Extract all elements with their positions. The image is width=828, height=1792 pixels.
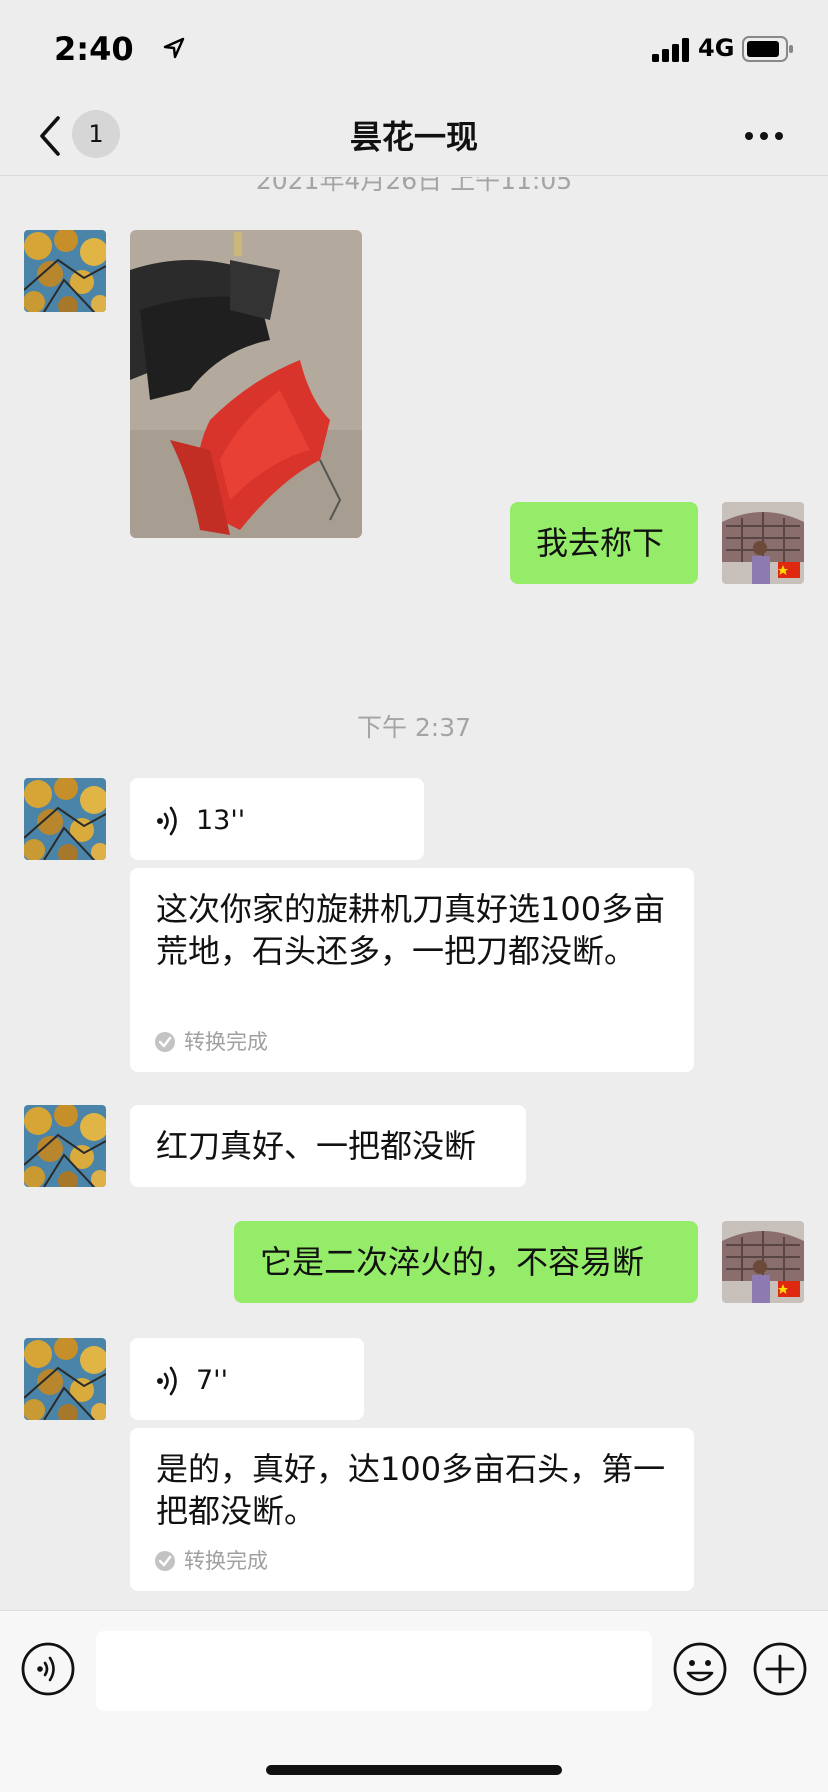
voice-wave-icon [157,1366,177,1396]
voice-message-bubble[interactable]: 13'' [130,778,424,860]
voice-mode-icon[interactable] [20,1641,76,1697]
back-chevron-icon[interactable] [36,114,64,158]
rotary-blades-photo-icon [130,230,362,538]
conversion-status-text: 转换完成 [184,1030,268,1054]
my-avatar[interactable] [722,1221,804,1303]
contact-avatar[interactable] [24,778,106,860]
incoming-message-bubble[interactable]: 红刀真好、一把都没断 [130,1105,526,1187]
transcript-text: 这次你家的旋耕机刀真好选100多亩荒地，石头还多，一把刀都没断。 [156,890,666,970]
status-bar: 2:40 4G [0,0,828,96]
message-text: 它是二次淬火的，不容易断 [260,1243,645,1281]
chat-title: 昙花一现 [349,118,478,156]
outgoing-message-bubble[interactable]: 它是二次淬火的，不容易断 [234,1221,698,1303]
avatar-image-icon [722,1221,804,1303]
voice-duration: 13'' [196,805,246,836]
voice-message-bubble[interactable]: 7'' [130,1338,364,1420]
check-circle-icon [155,1032,175,1052]
conversion-status: 转换完成 [154,1030,268,1054]
voice-duration: 7'' [196,1365,229,1396]
outgoing-message-bubble[interactable]: 我去称下 [510,502,698,584]
voice-transcript-bubble[interactable]: 是的，真好，达100多亩石头，第一把都没断。 转换完成 [130,1428,694,1591]
conversion-status-text: 转换完成 [184,1549,268,1573]
location-arrow-icon [163,37,185,59]
check-circle-icon [155,1551,175,1571]
my-avatar[interactable] [722,502,804,584]
avatar-image-icon [24,230,106,312]
plus-icon[interactable] [752,1641,808,1697]
timestamp: 2021年4月26日 上午11:05 [255,177,573,195]
unread-count-badge[interactable]: 1 [72,110,120,158]
network-type: 4G [698,34,735,62]
signal-bars-icon [652,38,689,62]
more-dots-icon[interactable] [742,120,786,152]
message-input[interactable] [96,1631,652,1711]
chat-header: 1 昙花一现 [0,96,828,176]
avatar-image-icon [24,1105,106,1187]
battery-icon [742,36,793,62]
voice-transcript-bubble[interactable]: 这次你家的旋耕机刀真好选100多亩荒地，石头还多，一把刀都没断。 转换完成 [130,868,694,1072]
message-list[interactable]: 2021年4月26日 上午11:05 我去称下 下午 2:37 13'' 这次你… [0,177,828,1610]
contact-avatar[interactable] [24,1338,106,1420]
message-text: 红刀真好、一把都没断 [156,1127,477,1165]
contact-avatar[interactable] [24,1105,106,1187]
voice-wave-icon [157,806,177,836]
emoji-icon[interactable] [672,1641,728,1697]
message-text: 我去称下 [536,524,665,562]
home-indicator[interactable] [266,1765,562,1775]
conversion-status: 转换完成 [154,1549,268,1573]
timestamp: 下午 2:37 [356,713,472,742]
avatar-image-icon [722,502,804,584]
contact-avatar[interactable] [24,230,106,312]
transcript-text: 是的，真好，达100多亩石头，第一把都没断。 [156,1450,666,1530]
status-time: 2:40 [54,30,134,68]
avatar-image-icon [24,778,106,860]
photo-message[interactable] [130,230,362,538]
avatar-image-icon [24,1338,106,1420]
